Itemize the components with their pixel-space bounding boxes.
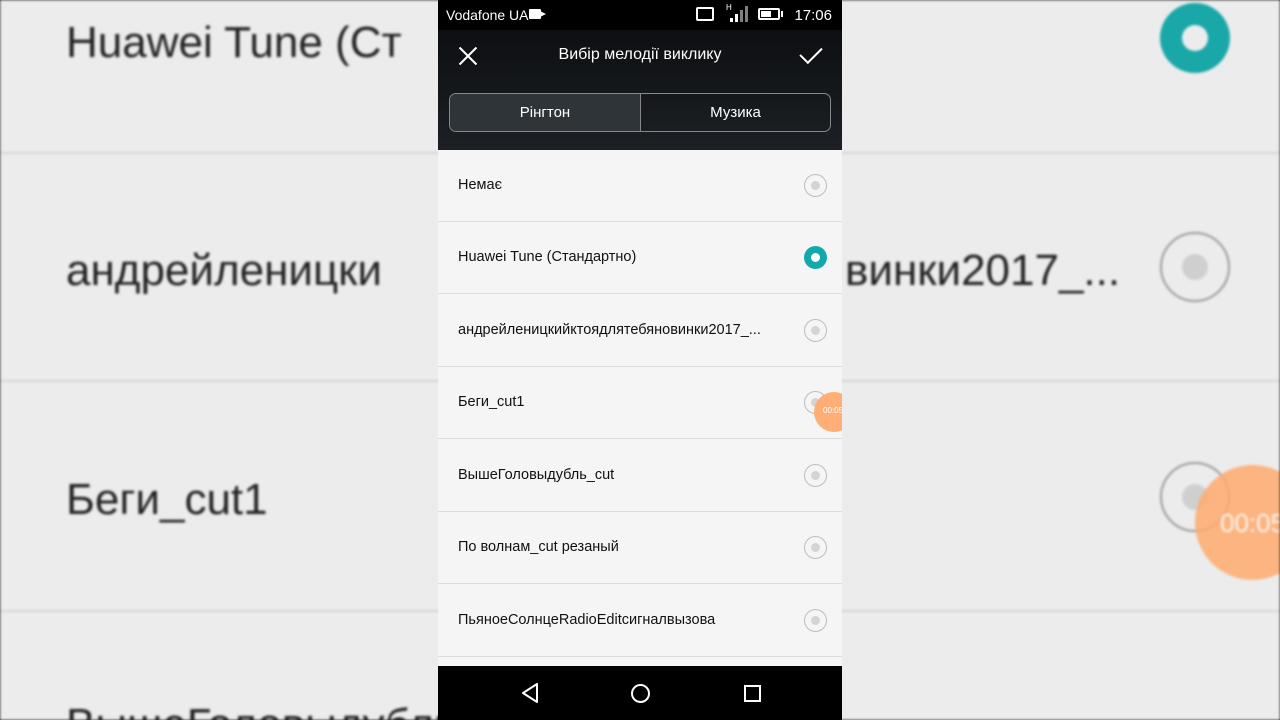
list-item-label: Немає (458, 177, 502, 193)
list-item[interactable]: андрейленицкийктоядлятебяновинки2017_... (438, 295, 842, 367)
dialog-header: Вибір мелодії виклику Рінгтон Музика (438, 30, 842, 150)
navigation-bar (438, 666, 842, 720)
battery-tip (781, 11, 783, 17)
radio-button[interactable] (804, 319, 827, 342)
home-icon[interactable] (631, 684, 650, 703)
list-item-label: ВышеГоловыдубль_cut (458, 467, 615, 483)
bg-row-text: Huawei Tune (Ст (66, 18, 402, 67)
list-item[interactable]: ПьяноеСолнцеRadioEditсигналвызова (438, 585, 842, 657)
back-icon[interactable] (521, 683, 541, 703)
radio-button[interactable] (804, 536, 827, 559)
list-item-label: Huawei Tune (Стандартно) (458, 249, 637, 265)
list-item[interactable]: По волнам_cut резаный (438, 512, 842, 584)
list-item-label: Беги_cut1 (458, 394, 525, 410)
list-item-label: андрейленицкийктоядлятебяновинки2017_... (458, 322, 761, 338)
list-item[interactable]: Немає (438, 150, 842, 222)
battery-icon (758, 8, 780, 20)
list-item[interactable]: Huawei Tune (Стандартно) (438, 222, 842, 294)
bg-row-text: винки2017_... (845, 246, 1121, 295)
carrier-name: Vodafone UA (446, 7, 529, 23)
status-bar: Vodafone UA H 17:06 (438, 0, 842, 30)
list-item[interactable]: ВышеГоловыдубль_cut (438, 440, 842, 512)
clock: 17:06 (794, 7, 832, 24)
ringtone-list: Немає Huawei Tune (Стандартно) андрейлен… (438, 150, 842, 666)
bg-row-text: Беги_cut1 (66, 475, 268, 524)
signal-icon (730, 6, 748, 22)
bg-radio (1160, 232, 1230, 302)
tab-bar: Рінгтон Музика (449, 93, 831, 132)
touch-timer: 00:05 (823, 406, 842, 415)
radio-button[interactable] (804, 174, 827, 197)
confirm-check-icon[interactable] (800, 42, 826, 68)
screen-record-icon (529, 9, 546, 19)
cast-icon (696, 7, 714, 21)
bg-row-text: андрейленицки (66, 246, 383, 295)
list-item-label: По волнам_cut резаный (458, 539, 619, 555)
page-title: Вибір мелодії виклику (558, 46, 722, 63)
radio-button[interactable] (804, 609, 827, 632)
list-item-label: ПьяноеСолнцеRadioEditсигналвызова (458, 612, 716, 628)
tab-music[interactable]: Музика (640, 94, 830, 131)
tab-ringtone[interactable]: Рінгтон (450, 94, 640, 131)
bg-touch-timer: 00:05 (1220, 508, 1280, 538)
list-item[interactable]: Беги_cut1 (438, 367, 842, 439)
recent-apps-icon[interactable] (744, 685, 761, 702)
radio-button-selected[interactable] (804, 246, 827, 269)
phone-screen: Vodafone UA H 17:06 Вибір мелодії виклик… (438, 0, 842, 720)
radio-button[interactable] (804, 464, 827, 487)
bg-radio-selected (1160, 3, 1230, 73)
